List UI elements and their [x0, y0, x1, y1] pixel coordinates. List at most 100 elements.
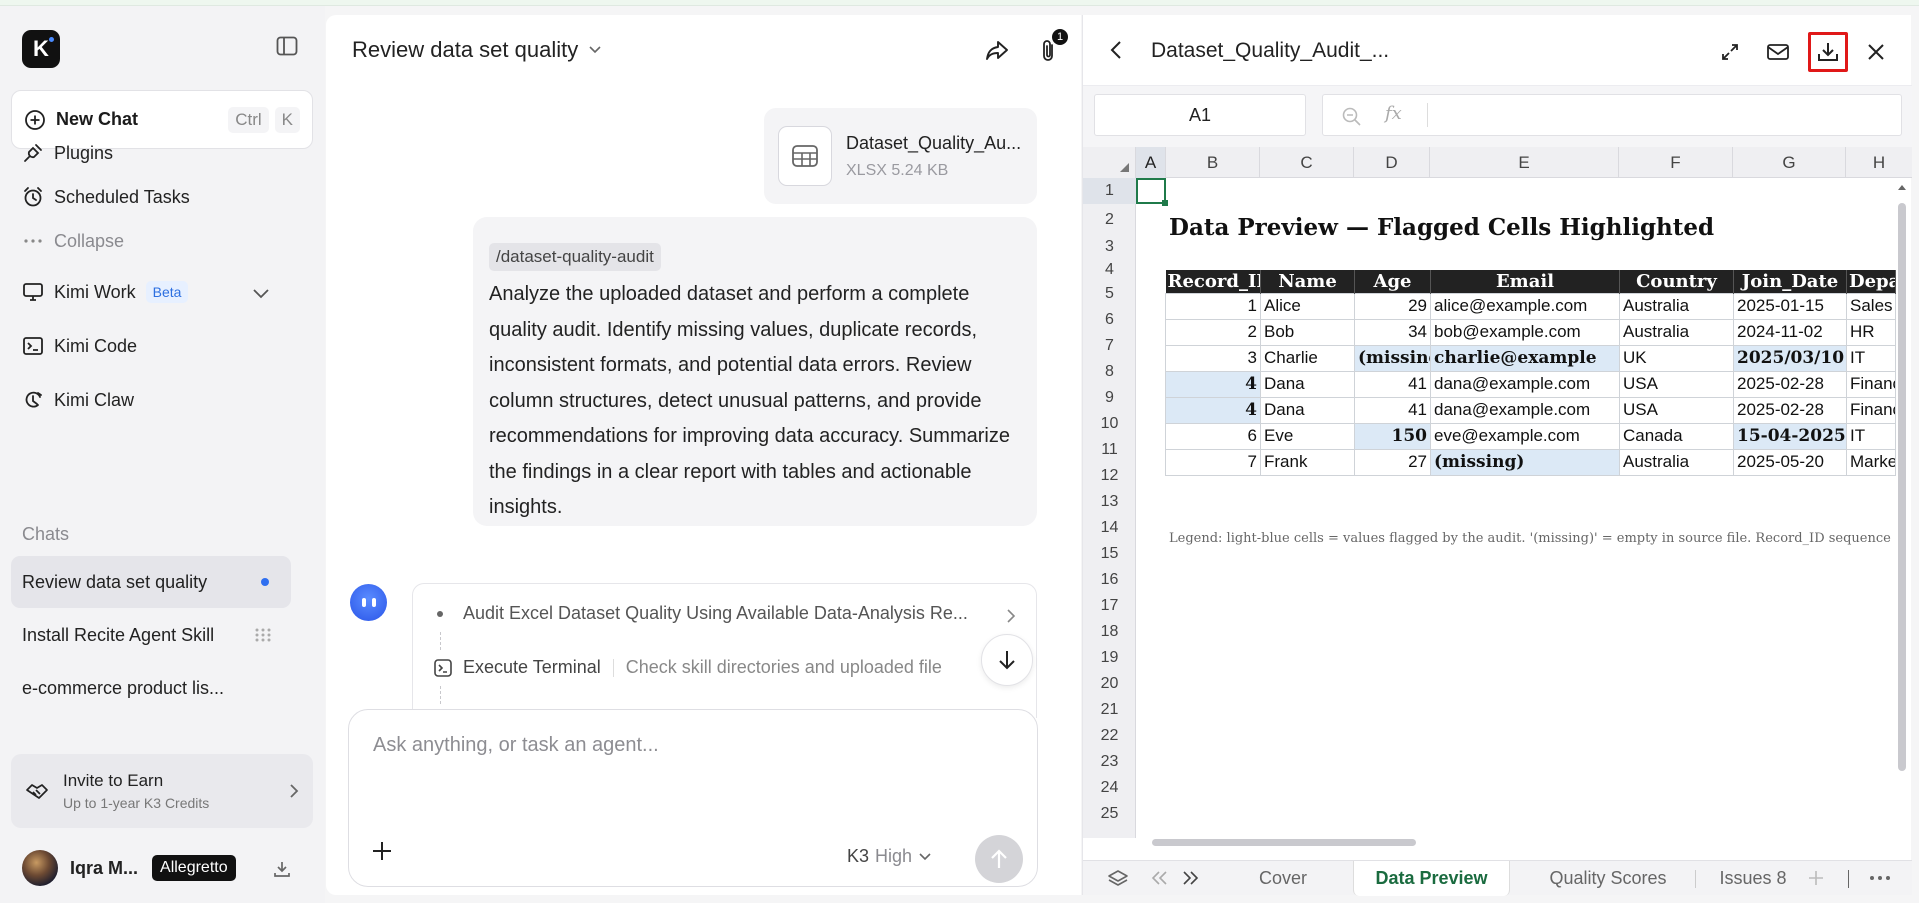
table-cell[interactable]: Marketing [1846, 448, 1896, 476]
row-header[interactable]: 8 [1083, 359, 1136, 385]
table-cell[interactable]: 2025/03/10 [1733, 344, 1847, 372]
column-header[interactable]: F [1619, 147, 1733, 178]
row-header[interactable]: 7 [1083, 333, 1136, 359]
sidebar-item-plugins[interactable]: Plugins [22, 138, 113, 168]
invite-to-earn-card[interactable]: Invite to Earn Up to 1-year K3 Credits [11, 754, 313, 828]
table-cell[interactable]: Charlie [1260, 344, 1355, 372]
table-cell[interactable]: 2 [1165, 318, 1261, 346]
row-header[interactable]: 11 [1083, 437, 1136, 463]
scroll-to-bottom-button[interactable] [981, 634, 1033, 686]
table-cell[interactable]: 4 [1165, 370, 1261, 398]
table-cell[interactable]: 4 [1165, 396, 1261, 424]
download-app-icon[interactable] [272, 859, 292, 879]
chevron-right-icon[interactable] [1006, 608, 1016, 624]
add-sheet-icon[interactable] [1807, 869, 1825, 887]
table-cell[interactable]: bob@example.com [1430, 318, 1620, 346]
table-cell[interactable]: Sales [1846, 292, 1896, 320]
table-cell[interactable]: IT [1846, 422, 1896, 450]
first-sheet-icon[interactable] [1149, 869, 1169, 887]
mail-icon[interactable] [1758, 32, 1798, 72]
row-header[interactable]: 10 [1083, 411, 1136, 437]
table-cell[interactable]: Australia [1619, 448, 1734, 476]
table-cell[interactable]: 3 [1165, 344, 1261, 372]
row-header[interactable]: 14 [1083, 515, 1136, 541]
row-header[interactable]: 5 [1083, 281, 1136, 307]
table-cell[interactable]: dana@example.com [1430, 396, 1620, 424]
table-cell[interactable]: 29 [1354, 292, 1431, 320]
horizontal-scroll-thumb[interactable] [1152, 839, 1416, 846]
row-header[interactable]: 6 [1083, 307, 1136, 333]
row-header[interactable]: 19 [1083, 645, 1136, 671]
chat-item-review-data-set-quality[interactable]: Review data set quality [11, 556, 291, 608]
sidebar-item-kimi-work[interactable]: Kimi Work Beta [22, 277, 189, 307]
spreadsheet-grid[interactable]: A B C D E F G H 1 2 3 4 5 6 7 8 9 10 11 12 13 14 15 16 1… [1083, 147, 1912, 860]
row-header[interactable]: 15 [1083, 541, 1136, 567]
column-header[interactable]: A [1136, 147, 1166, 178]
chat-item-install-recite-agent-skill[interactable]: Install Recite Agent Skill [11, 609, 291, 661]
table-cell[interactable]: 1 [1165, 292, 1261, 320]
table-cell[interactable]: Canada [1619, 422, 1734, 450]
row-header[interactable]: 25 [1083, 801, 1136, 827]
row-header[interactable]: 4 [1083, 258, 1136, 281]
table-cell[interactable]: Dana [1260, 396, 1355, 424]
chevron-down-icon[interactable] [252, 288, 270, 300]
vertical-scroll-thumb[interactable] [1898, 203, 1906, 771]
table-cell[interactable]: 27 [1354, 448, 1431, 476]
table-cell[interactable]: 2024-11-02 [1733, 318, 1847, 346]
table-cell[interactable]: 6 [1165, 422, 1261, 450]
vertical-scrollbar[interactable] [1895, 181, 1909, 821]
row-header[interactable]: 21 [1083, 697, 1136, 723]
download-button[interactable] [1808, 32, 1848, 72]
row-header[interactable]: 2 [1083, 204, 1136, 236]
table-cell[interactable]: 7 [1165, 448, 1261, 476]
model-selector[interactable]: K3 High [847, 846, 932, 867]
table-cell[interactable]: HR [1846, 318, 1896, 346]
sheet-tab-quality-scores[interactable]: Quality Scores [1533, 861, 1683, 896]
table-cell[interactable]: (missing) [1430, 448, 1620, 476]
table-cell[interactable]: alice@example.com [1430, 292, 1620, 320]
row-header[interactable]: 16 [1083, 567, 1136, 593]
table-cell[interactable]: Alice [1260, 292, 1355, 320]
back-arrow-icon[interactable] [1109, 39, 1123, 61]
last-sheet-icon[interactable] [1181, 869, 1201, 887]
table-cell[interactable]: 2025-01-15 [1733, 292, 1847, 320]
sidebar-toggle-icon[interactable] [276, 36, 298, 56]
column-header[interactable]: G [1733, 147, 1846, 178]
table-cell[interactable]: USA [1619, 370, 1734, 398]
message-input[interactable] [373, 734, 1013, 757]
table-cell[interactable]: 41 [1354, 370, 1431, 398]
row-header[interactable]: 12 [1083, 463, 1136, 489]
table-cell[interactable]: IT [1846, 344, 1896, 372]
table-cell[interactable]: USA [1619, 396, 1734, 424]
column-header[interactable]: H [1846, 147, 1912, 178]
sidebar-item-kimi-code[interactable]: Kimi Code [22, 331, 137, 361]
chat-item-ecommerce-product[interactable]: e-commerce product lis... [11, 662, 291, 714]
table-cell[interactable]: Australia [1619, 292, 1734, 320]
table-cell[interactable]: charlie@example [1430, 344, 1620, 372]
formula-bar[interactable]: fx [1322, 94, 1902, 136]
table-cell[interactable]: Eve [1260, 422, 1355, 450]
table-cell[interactable]: UK [1619, 344, 1734, 372]
layers-icon[interactable] [1107, 869, 1129, 889]
row-header[interactable]: 22 [1083, 723, 1136, 749]
chat-title-dropdown[interactable]: Review data set quality [352, 37, 602, 63]
user-profile[interactable]: Iqra M... Allegretto [22, 850, 236, 886]
column-header[interactable]: B [1166, 147, 1260, 178]
table-cell[interactable]: 34 [1354, 318, 1431, 346]
column-header[interactable]: C [1260, 147, 1354, 178]
row-header[interactable]: 23 [1083, 749, 1136, 775]
row-header[interactable]: 1 [1083, 178, 1136, 204]
table-cell[interactable]: 2025-05-20 [1733, 448, 1847, 476]
table-cell[interactable]: 150 [1354, 422, 1431, 450]
table-cell[interactable]: Finance [1846, 396, 1896, 424]
table-cell[interactable]: Frank [1260, 448, 1355, 476]
row-header[interactable]: 13 [1083, 489, 1136, 515]
table-cell[interactable]: 2025-02-28 [1733, 396, 1847, 424]
sheet-tab-cover[interactable]: Cover [1238, 861, 1328, 896]
zoom-out-icon[interactable] [1341, 106, 1363, 128]
table-cell[interactable]: 15-04-2025 [1733, 422, 1847, 450]
grid-dots-icon[interactable] [255, 628, 271, 642]
table-cell[interactable]: 2025-02-28 [1733, 370, 1847, 398]
table-cell[interactable]: (missing) [1354, 344, 1431, 372]
step-audit[interactable]: Audit Excel Dataset Quality Using Availa… [437, 603, 968, 624]
